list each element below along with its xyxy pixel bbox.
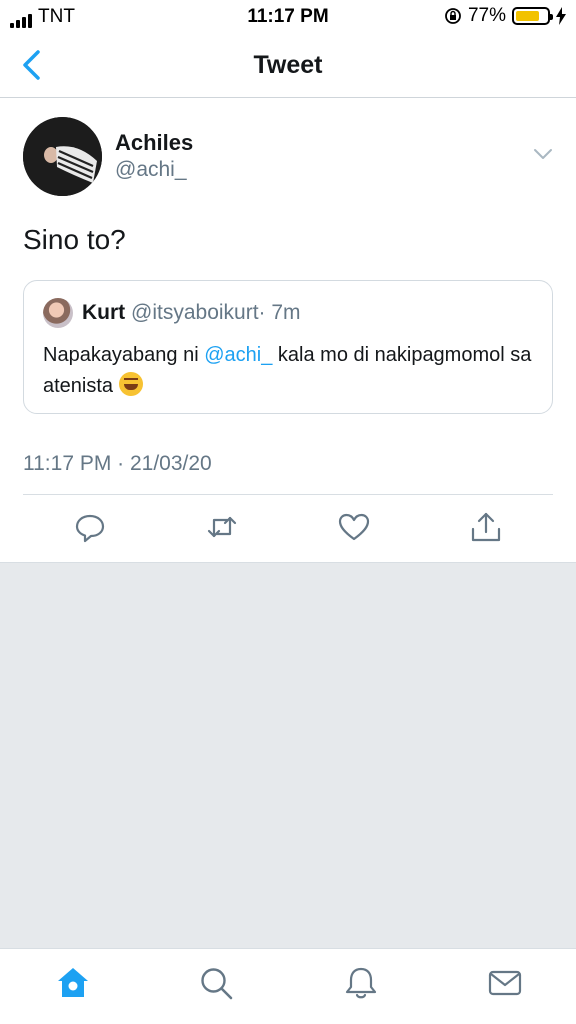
nav-header: Tweet <box>0 34 576 98</box>
retweet-button[interactable] <box>205 510 239 544</box>
author-handle[interactable]: @achi_ <box>115 158 187 182</box>
tab-bar <box>0 948 576 1024</box>
tweet-detail: Achiles @achi_ Sino to? Kurt @itsyaboiku… <box>0 99 576 562</box>
quoted-tweet[interactable]: Kurt @itsyaboikurt· 7m Napakayabang ni @… <box>23 280 553 414</box>
battery-percent: 77% <box>467 5 506 26</box>
status-right: 77% <box>444 5 566 27</box>
tab-home[interactable] <box>55 965 91 1001</box>
search-icon <box>201 968 233 1000</box>
battery-icon <box>512 7 553 25</box>
quoted-handle: @itsyaboikurt <box>131 301 259 324</box>
battery-fill <box>516 11 540 21</box>
tab-messages[interactable] <box>487 965 523 1001</box>
home-icon <box>58 968 88 997</box>
share-button[interactable] <box>469 510 503 544</box>
reply-icon <box>75 514 105 543</box>
avatar-photo <box>23 117 102 196</box>
page-title: Tweet <box>253 51 323 79</box>
divider <box>23 494 553 495</box>
tab-notifications[interactable] <box>343 965 379 1001</box>
author-name[interactable]: Achiles <box>115 130 193 156</box>
quoted-avatar <box>43 298 73 328</box>
avatar[interactable] <box>23 117 102 196</box>
quoted-name: Kurt <box>82 301 126 324</box>
quoted-text-before: Napakayabang ni <box>43 344 205 366</box>
messages-icon <box>488 970 522 996</box>
share-icon <box>471 512 501 542</box>
chevron-down-icon <box>534 149 552 159</box>
empty-area <box>0 562 576 948</box>
quoted-age: · 7m <box>258 301 301 324</box>
reply-button[interactable] <box>73 510 107 544</box>
notifications-icon <box>345 967 377 999</box>
mention-link[interactable]: @achi_ <box>204 344 272 366</box>
tweet-text: Sino to? <box>23 224 126 255</box>
tweet-menu-button[interactable] <box>532 146 554 162</box>
tab-search[interactable] <box>198 965 234 1001</box>
tweet-timestamp: 11:17 PM · 21/03/20 <box>23 452 212 475</box>
quoted-text: Napakayabang ni @achi_ kala mo di nakipa… <box>43 340 533 402</box>
quoted-header: Kurt @itsyaboikurt· 7m <box>82 301 301 325</box>
tweet-actions <box>0 504 576 559</box>
orientation-lock-icon <box>445 8 461 24</box>
status-bar: TNT 11:17 PM 77% <box>0 0 576 34</box>
charging-bolt-icon <box>556 7 566 25</box>
like-button[interactable] <box>337 510 371 544</box>
retweet-icon <box>207 516 237 538</box>
like-icon <box>338 513 370 541</box>
rofl-emoji-icon <box>118 372 143 396</box>
